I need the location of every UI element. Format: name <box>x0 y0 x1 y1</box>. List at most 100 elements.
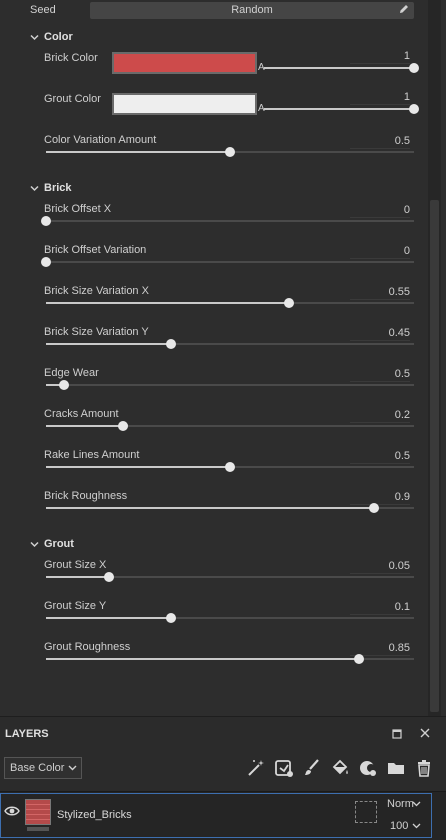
param-rake-lines-amount: Rake Lines Amount 0.5 <box>44 449 414 490</box>
param-label: Brick Size Variation Y <box>44 326 149 338</box>
eye-icon[interactable] <box>4 805 20 817</box>
add-fill-layer-icon[interactable] <box>274 758 294 778</box>
param-slider[interactable] <box>41 216 414 226</box>
blend-mode-select[interactable]: Norm <box>387 798 414 810</box>
channel-select[interactable]: Base Color <box>4 757 82 779</box>
slider-knob[interactable] <box>368 503 379 513</box>
layer-thumbnail-bar <box>27 827 49 831</box>
param-slider[interactable] <box>46 421 414 431</box>
param-value-field[interactable]: 0.9 <box>350 491 410 505</box>
section-brick-header[interactable]: Brick <box>30 182 72 198</box>
section-grout-title: Grout <box>44 538 74 550</box>
param-slider[interactable] <box>46 298 414 308</box>
fill-bucket-icon[interactable] <box>330 758 350 778</box>
param-label: Grout Size Y <box>44 600 107 612</box>
param-slider[interactable] <box>46 613 414 623</box>
slider-knob[interactable] <box>41 216 51 226</box>
slider-knob[interactable] <box>41 257 51 267</box>
properties-panel: Seed Random Color Brick Color A 1 Grout … <box>0 0 446 716</box>
param-value-field[interactable]: 0.05 <box>350 560 410 574</box>
param-label: Cracks Amount <box>44 408 119 420</box>
param-value-field[interactable]: 0.45 <box>350 327 410 341</box>
param-grout-roughness: Grout Roughness 0.85 <box>44 641 414 682</box>
layer-thumbnail[interactable] <box>25 799 51 825</box>
param-label: Brick Offset X <box>44 203 112 215</box>
grout-color-swatch[interactable] <box>112 93 257 115</box>
slider-knob[interactable] <box>103 572 114 582</box>
mask-placeholder[interactable] <box>355 801 377 823</box>
param-value-field[interactable]: 0.5 <box>350 135 410 149</box>
param-brick-size-variation-y: Brick Size Variation Y 0.45 <box>44 326 414 367</box>
chevron-down-icon <box>30 182 40 194</box>
grout-color-label: Grout Color <box>44 93 101 105</box>
brick-color-alpha-value[interactable]: 1 <box>350 50 410 64</box>
brick-color-alpha-slider[interactable] <box>264 63 419 73</box>
paint-brush-icon[interactable] <box>302 758 322 778</box>
slider-fill <box>46 507 374 509</box>
param-grout-size-x: Grout Size X 0.05 <box>44 559 414 600</box>
slider-knob[interactable] <box>118 421 129 431</box>
param-slider[interactable] <box>41 257 414 267</box>
param-slider[interactable] <box>46 503 414 513</box>
pencil-icon[interactable] <box>398 3 410 15</box>
maximize-icon[interactable] <box>390 727 404 741</box>
seed-row: Seed Random <box>0 0 420 22</box>
close-icon[interactable] <box>418 726 432 740</box>
chevron-down-icon <box>30 538 40 550</box>
chevron-down-icon[interactable] <box>412 820 421 832</box>
section-grout-header[interactable]: Grout <box>30 538 74 554</box>
slider-fill <box>46 302 289 304</box>
param-label: Grout Size X <box>44 559 107 571</box>
param-slider[interactable] <box>46 572 414 582</box>
slider-knob[interactable] <box>409 104 419 114</box>
section-color-title: Color <box>44 31 73 43</box>
slider-fill <box>46 576 109 578</box>
slider-knob[interactable] <box>166 339 177 349</box>
param-slider[interactable] <box>46 654 414 664</box>
param-label: Brick Offset Variation <box>44 244 147 256</box>
param-slider[interactable] <box>46 147 414 157</box>
slider-fill <box>46 658 359 660</box>
param-label: Color Variation Amount <box>44 134 157 146</box>
param-value-field[interactable]: 0.1 <box>350 601 410 615</box>
param-brick-offset-x: Brick Offset X 0 <box>41 203 414 244</box>
param-slider[interactable] <box>46 462 414 472</box>
param-value-field[interactable]: 0.5 <box>350 450 410 464</box>
properties-scroll-thumb[interactable] <box>430 200 439 712</box>
slider-knob[interactable] <box>59 380 70 390</box>
layers-title: LAYERS <box>5 728 49 740</box>
layer-name[interactable]: Stylized_Bricks <box>57 809 132 821</box>
param-label: Brick Roughness <box>44 490 128 502</box>
slider-knob[interactable] <box>225 147 235 157</box>
slider-knob[interactable] <box>353 654 364 664</box>
slider-knob[interactable] <box>166 613 177 623</box>
param-value-field[interactable]: 0.55 <box>350 286 410 300</box>
param-value-field[interactable]: 0 <box>350 245 410 259</box>
param-slider[interactable] <box>46 380 414 390</box>
grout-color-alpha-slider[interactable] <box>264 104 419 114</box>
param-brick-color: Brick Color A 1 <box>44 50 419 93</box>
magic-wand-icon[interactable] <box>246 758 266 778</box>
param-label: Grout Roughness <box>44 641 131 653</box>
slider-knob[interactable] <box>283 298 294 308</box>
seed-random-button[interactable]: Random <box>90 2 414 19</box>
slider-knob[interactable] <box>225 462 235 472</box>
brick-color-label: Brick Color <box>44 52 98 64</box>
param-value-field[interactable]: 0.2 <box>350 409 410 423</box>
param-slider[interactable] <box>46 339 414 349</box>
chevron-down-icon[interactable] <box>412 798 421 810</box>
chevron-down-icon <box>68 765 77 771</box>
seed-label: Seed <box>30 4 56 16</box>
slider-fill <box>46 617 172 619</box>
brick-color-swatch[interactable] <box>112 52 257 74</box>
param-label: Brick Size Variation X <box>44 285 149 297</box>
grout-color-alpha-value[interactable]: 1 <box>350 91 410 105</box>
opacity-value[interactable]: 100 <box>390 820 408 832</box>
add-mask-icon[interactable] <box>358 758 378 778</box>
slider-knob[interactable] <box>409 63 419 73</box>
section-color-header[interactable]: Color <box>30 31 73 47</box>
param-value-field[interactable]: 0 <box>350 204 410 218</box>
trash-icon[interactable] <box>414 758 434 778</box>
folder-icon[interactable] <box>386 758 406 778</box>
param-value-field[interactable]: 0.5 <box>350 368 410 382</box>
